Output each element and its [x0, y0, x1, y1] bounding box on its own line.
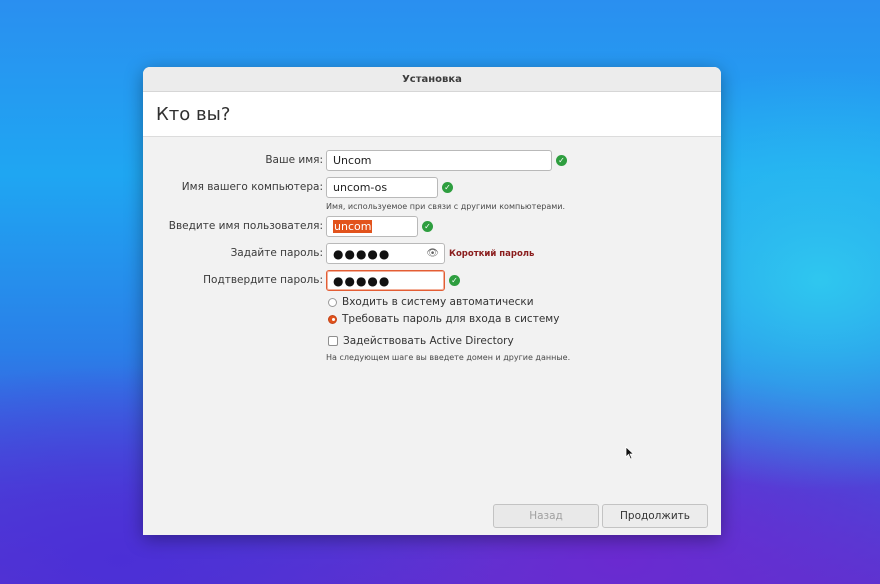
login-auto-option[interactable]: Входить в систему автоматически	[328, 296, 534, 308]
username-check-icon: ✓	[422, 221, 433, 232]
username-value: uncom	[333, 220, 373, 233]
computer-name-label: Имя вашего компьютера:	[181, 181, 323, 193]
name-label: Ваше имя:	[265, 154, 323, 166]
login-require-option[interactable]: Требовать пароль для входа в систему	[328, 313, 559, 325]
page-header: Кто вы?	[143, 92, 721, 137]
name-field[interactable]: Uncom	[326, 150, 552, 171]
confirm-password-check-icon: ✓	[449, 275, 460, 286]
who-are-you-form: Ваше имя: Uncom ✓ Имя вашего компьютера:…	[143, 136, 721, 535]
window-titlebar: Установка	[143, 67, 721, 92]
name-field-value: Uncom	[333, 154, 372, 167]
page-title: Кто вы?	[156, 103, 231, 125]
password-value: ●●●●●	[333, 246, 391, 261]
continue-button[interactable]: Продолжить	[602, 504, 708, 528]
installer-window: Установка Кто вы? Ваше имя: Uncom ✓ Имя …	[143, 67, 721, 535]
confirm-password-value: ●●●●●	[333, 273, 391, 288]
username-label: Введите имя пользователя:	[168, 220, 323, 232]
back-button[interactable]: Назад	[493, 504, 599, 528]
confirm-password-field[interactable]: ●●●●●	[326, 270, 445, 291]
login-require-label: Требовать пароль для входа в систему	[342, 313, 560, 325]
login-require-radio[interactable]	[328, 314, 337, 324]
password-label: Задайте пароль:	[230, 247, 323, 259]
computer-name-hint: Имя, используемое при связи с другими ко…	[326, 202, 565, 211]
login-auto-radio[interactable]	[328, 297, 337, 307]
active-directory-hint: На следующем шаге вы введете домен и дру…	[326, 353, 571, 362]
computer-name-check-icon: ✓	[442, 182, 453, 193]
login-auto-label: Входить в систему автоматически	[342, 296, 534, 308]
computer-name-value: uncom-os	[333, 181, 388, 194]
name-check-icon: ✓	[556, 155, 567, 166]
eye-icon[interactable]: 👁	[426, 248, 439, 259]
active-directory-checkbox[interactable]	[328, 336, 338, 346]
password-field[interactable]: ●●●●● 👁	[326, 243, 445, 264]
active-directory-label: Задействовать Active Directory	[343, 335, 514, 347]
password-strength-warning: Короткий пароль	[449, 249, 535, 259]
username-field[interactable]: uncom	[326, 216, 418, 237]
confirm-password-label: Подтвердите пароль:	[203, 274, 323, 286]
active-directory-option[interactable]: Задействовать Active Directory	[328, 335, 514, 347]
computer-name-field[interactable]: uncom-os	[326, 177, 438, 198]
window-title: Установка	[402, 73, 462, 85]
